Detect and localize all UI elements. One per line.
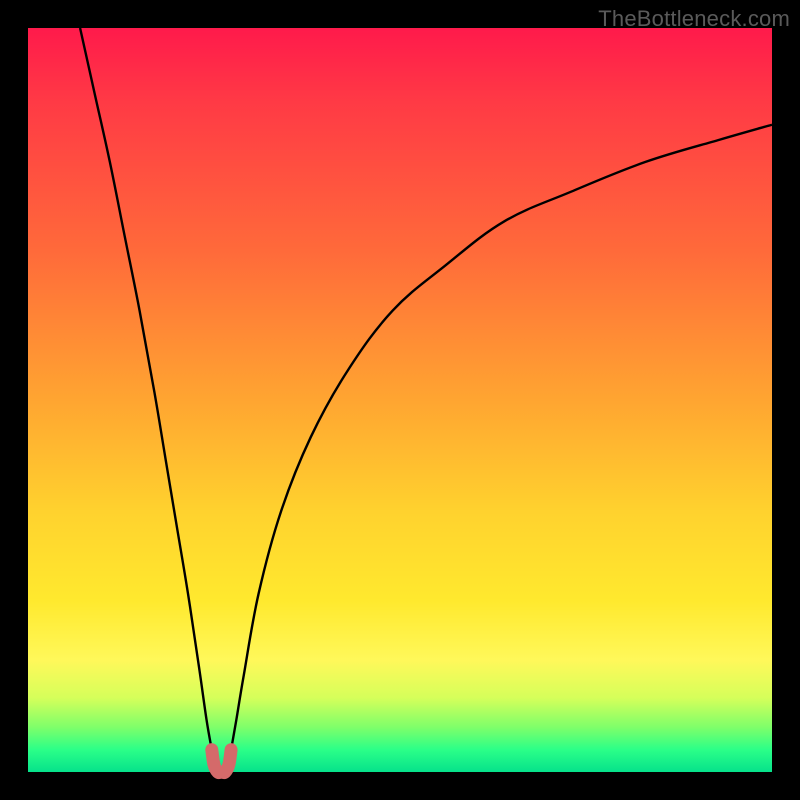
chart-frame: TheBottleneck.com: [0, 0, 800, 800]
curve-layer: [28, 28, 772, 772]
right-branch-line: [231, 125, 772, 750]
plot-area: [28, 28, 772, 772]
valley-notch-line: [212, 750, 231, 773]
left-branch-line: [80, 28, 212, 750]
